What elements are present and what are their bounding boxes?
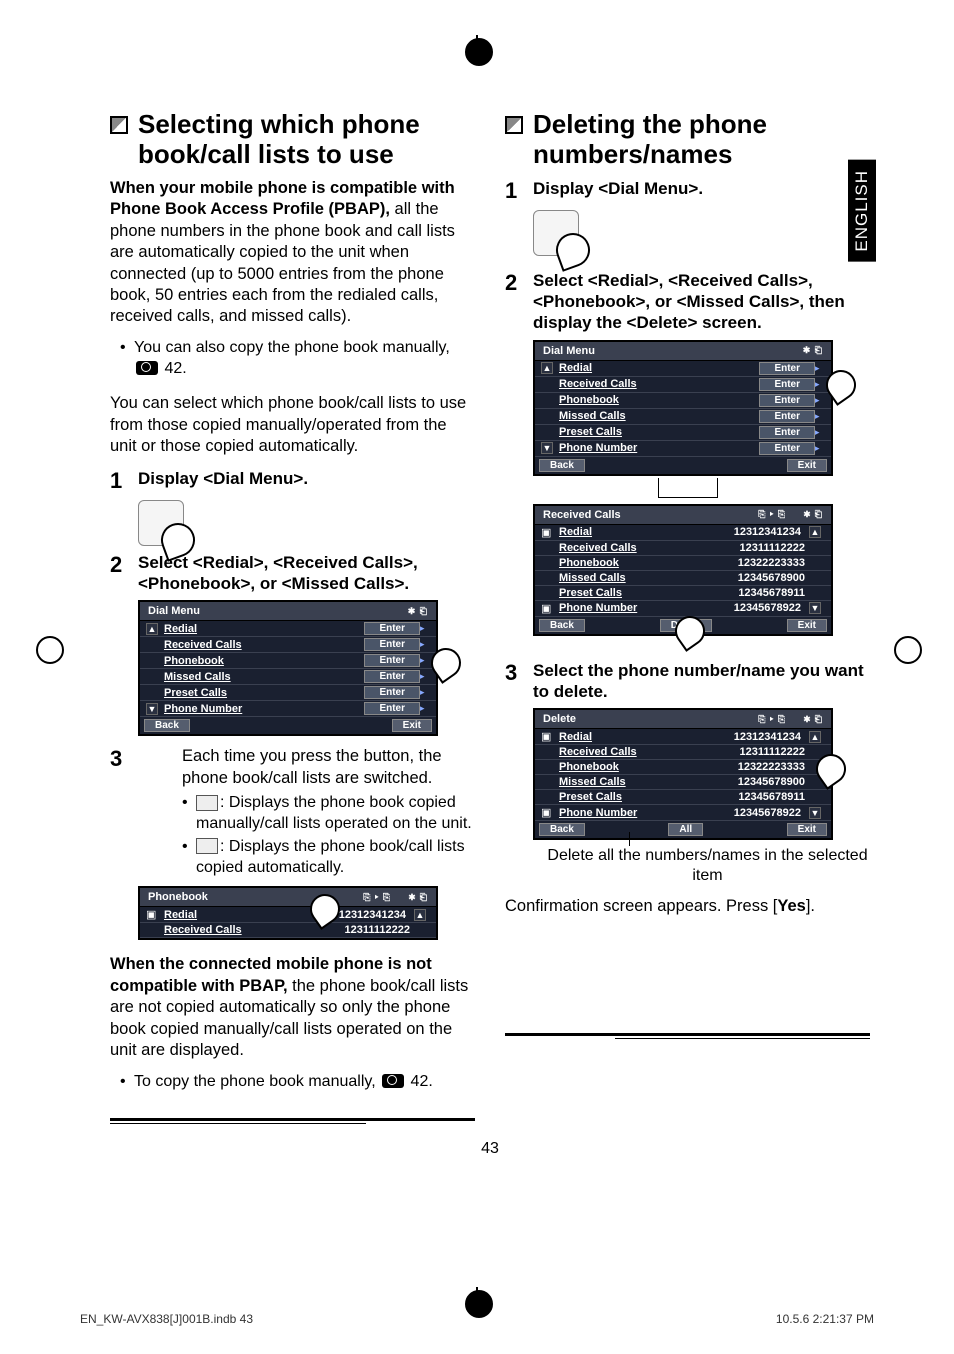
touch-icon — [533, 210, 579, 256]
select-paragraph: You can select which phone book/call lis… — [110, 393, 475, 457]
heading-text: Deleting the phone numbers/names — [533, 110, 870, 170]
step-3: 3 Each time you press the button, the ph… — [110, 746, 475, 880]
step-1: 1 Display <Dial Menu>. — [110, 468, 475, 494]
touch-icon — [138, 500, 184, 546]
registration-mark-bottom — [465, 1290, 489, 1314]
registration-mark-top — [465, 38, 489, 62]
step-1: 1 Display <Dial Menu>. — [505, 178, 870, 204]
screen-phonebook: Phonebook⎘ ▸ ⎘ ✱ ⎗ ▣Redial12312341234▲ R… — [138, 886, 438, 940]
connector-line — [658, 478, 718, 498]
screen-dial-menu: Dial Menu✱ ⎗ ▲RedialEnter▸ Received Call… — [138, 600, 438, 736]
left-column: Selecting which phone book/call lists to… — [110, 110, 475, 1124]
note-delete-all: Delete all the numbers/names in the sele… — [545, 846, 870, 886]
note-pbap: When the connected mobile phone is not c… — [110, 954, 475, 1061]
footer-rule — [505, 1033, 870, 1039]
language-tab: ENGLISH — [848, 160, 876, 262]
bullet-copy-manual: • You can also copy the phone book manua… — [120, 338, 475, 380]
screen-dial-menu-right: Dial Menu✱ ⎗ ▲RedialEnter▸ Received Call… — [533, 340, 833, 476]
print-footer: EN_KW-AVX838[J]001B.indb 43 10.5.6 2:21:… — [80, 1312, 874, 1326]
print-timestamp: 10.5.6 2:21:37 PM — [776, 1312, 874, 1326]
step-3-right: 3 Select the phone number/name you want … — [505, 660, 870, 703]
heading-text: Selecting which phone book/call lists to… — [138, 110, 475, 170]
page-ref-icon — [136, 361, 158, 375]
section-heading-deleting: Deleting the phone numbers/names — [505, 110, 870, 170]
section-heading-selecting: Selecting which phone book/call lists to… — [110, 110, 475, 170]
screen-received-calls: Received Calls⎘ ▸ ⎘ ✱ ⎗ ▣Redial123123412… — [533, 504, 833, 636]
intro-paragraph: When your mobile phone is compatible wit… — [110, 178, 475, 328]
footer-rule — [110, 1118, 475, 1124]
registration-mark-right — [894, 636, 918, 660]
step-2: 2 Select <Redial>, <Received Calls>, <Ph… — [110, 552, 475, 595]
screen-delete: Delete⎘ ▸ ⎘ ✱ ⎗ ▣Redial12312341234▲ Rece… — [533, 708, 833, 840]
list-mode-icon-b — [196, 838, 218, 854]
step-2: 2 Select <Redial>, <Received Calls>, <Ph… — [505, 270, 870, 334]
right-column: Deleting the phone numbers/names 1 Displ… — [505, 110, 870, 1124]
registration-mark-left — [36, 636, 60, 660]
section-bullet-icon — [110, 116, 128, 134]
confirmation-text: Confirmation screen appears. Press [Yes]… — [505, 896, 870, 917]
print-file: EN_KW-AVX838[J]001B.indb 43 — [80, 1312, 253, 1326]
page-number: 43 — [110, 1140, 870, 1158]
page-ref-icon — [382, 1074, 404, 1088]
section-bullet-icon — [505, 116, 523, 134]
bullet-copy-manual-2: • To copy the phone book manually, 42. — [120, 1072, 475, 1093]
list-mode-icon-a — [196, 795, 218, 811]
